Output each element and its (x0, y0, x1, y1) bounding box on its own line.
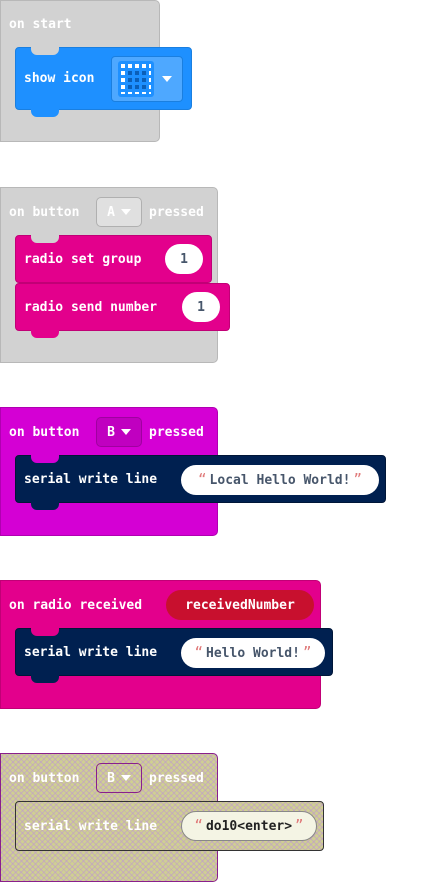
on-radio-received-label: on radio received (9, 598, 143, 613)
received-number-value: receivedNumber (185, 597, 295, 613)
block-notch (31, 455, 59, 463)
serial-write-line-label: serial write line (24, 472, 158, 487)
button-selector-value: B (107, 424, 115, 440)
serial-write-line-label: serial write line (24, 819, 158, 834)
group-number-input[interactable]: 1 (165, 244, 203, 274)
quote-open: “ (198, 472, 207, 488)
quote-open: “ (194, 818, 203, 834)
serial-write-line-block[interactable]: serial write line “ Local Hello World! ” (15, 455, 386, 510)
quote-open: “ (194, 645, 204, 661)
serial-write-line-label: serial write line (24, 645, 158, 660)
led-grid-icon (118, 61, 154, 97)
received-number-variable[interactable]: receivedNumber (166, 590, 314, 620)
block-notch (31, 628, 59, 636)
radio-set-group-label: radio set group (24, 252, 142, 267)
on-button-prefix: on button (9, 771, 80, 786)
on-start-label: on start (9, 17, 72, 32)
text-string-value: do10<enter> (205, 818, 293, 834)
button-selector-value: B (107, 770, 115, 786)
serial-write-line-block[interactable]: serial write line “ Hello World! ” (15, 628, 333, 683)
chevron-down-icon (120, 775, 131, 781)
icon-picker-dropdown[interactable] (111, 56, 183, 102)
group-number-value: 1 (180, 251, 188, 267)
quote-close: ” (295, 818, 304, 834)
button-selector-dropdown[interactable]: B (96, 763, 142, 793)
block-notch (31, 675, 59, 683)
block-notch (31, 330, 59, 338)
text-string-value: Hello World! (206, 645, 300, 661)
button-selector-dropdown[interactable]: B (96, 417, 142, 447)
text-string-input[interactable]: “ Local Hello World! ” (181, 465, 379, 495)
on-button-suffix: pressed (149, 771, 204, 786)
block-notch (31, 502, 59, 510)
block-notch (31, 47, 59, 55)
block-notch (31, 109, 59, 117)
text-string-input[interactable]: “ do10<enter> ” (181, 811, 317, 841)
chevron-down-icon (120, 209, 131, 215)
chevron-down-icon (162, 76, 172, 82)
text-string-input[interactable]: “ Hello World! ” (181, 638, 325, 668)
button-selector-value: A (107, 204, 115, 220)
quote-close: ” (302, 645, 312, 661)
quote-close: ” (353, 472, 362, 488)
on-button-suffix: pressed (149, 205, 204, 220)
on-button-suffix: pressed (149, 425, 204, 440)
disabled-serial-write-line-block[interactable]: serial write line “ do10<enter> ” (15, 801, 324, 851)
show-icon-block[interactable]: show icon (15, 47, 192, 117)
on-button-prefix: on button (9, 425, 80, 440)
send-number-input[interactable]: 1 (182, 292, 220, 322)
text-string-value: Local Hello World! (209, 472, 351, 488)
block-notch (31, 235, 59, 243)
on-button-prefix: on button (9, 205, 80, 220)
radio-set-group-block[interactable]: radio set group 1 (15, 235, 212, 283)
chevron-down-icon (120, 429, 131, 435)
radio-send-number-label: radio send number (24, 300, 158, 315)
show-icon-label: show icon (24, 71, 95, 86)
send-number-value: 1 (197, 299, 205, 315)
radio-send-number-block[interactable]: radio send number 1 (15, 283, 230, 338)
button-selector-dropdown[interactable]: A (96, 197, 142, 227)
